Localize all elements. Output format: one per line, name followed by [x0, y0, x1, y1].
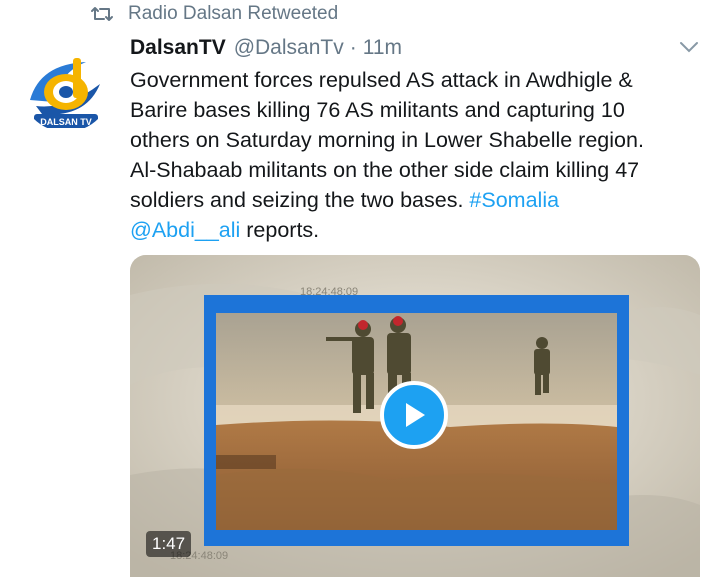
tweet-line: Government forces repulsed AS attack in … [130, 68, 633, 92]
tweet-text: Government forces repulsed AS attack in … [130, 65, 702, 245]
tweet-time[interactable]: 11m [363, 36, 402, 60]
timecode-top: 18:24:48:09 [300, 286, 358, 298]
dalsan-logo: DALSAN TV [20, 40, 112, 132]
tweet-line: Barire bases killing 76 AS militants and… [130, 98, 625, 122]
tweet-line: others on Saturday morning in Lower Shab… [130, 128, 644, 152]
retweet-context[interactable]: Radio Dalsan Retweeted [90, 2, 338, 26]
play-button[interactable] [380, 381, 448, 449]
tweet[interactable]: DalsanTV @DalsanTv · 11m Government forc… [130, 36, 702, 245]
display-name[interactable]: DalsanTV [130, 36, 226, 60]
video-card[interactable]: 18:24:48:09 18:24:48:09 1:47 [130, 255, 700, 577]
tweet-line: @Abdi__ali reports. [130, 215, 702, 245]
hashtag-link[interactable]: #Somalia [469, 188, 559, 212]
user-handle[interactable]: @DalsanTv [234, 36, 344, 60]
tweet-line-text: soldiers and seizing the two bases. [130, 188, 470, 212]
svg-text:DALSAN TV: DALSAN TV [40, 117, 92, 127]
mention-link[interactable]: @Abdi__ali [130, 218, 240, 242]
tweet-line: soldiers and seizing the two bases. #Som… [130, 185, 702, 215]
chevron-down-icon[interactable] [678, 36, 700, 58]
avatar[interactable]: DALSAN TV [20, 40, 112, 132]
tweet-header: DalsanTV @DalsanTv · 11m [130, 36, 702, 64]
retweet-label: Radio Dalsan Retweeted [128, 3, 339, 24]
video-duration: 1:47 [146, 531, 192, 557]
tweet-line: Al-Shabaab militants on the other side c… [130, 158, 640, 182]
tweet-line-tail: reports. [240, 218, 320, 242]
play-icon [406, 403, 425, 427]
retweet-icon [91, 7, 113, 21]
header-separator: · [349, 36, 357, 59]
